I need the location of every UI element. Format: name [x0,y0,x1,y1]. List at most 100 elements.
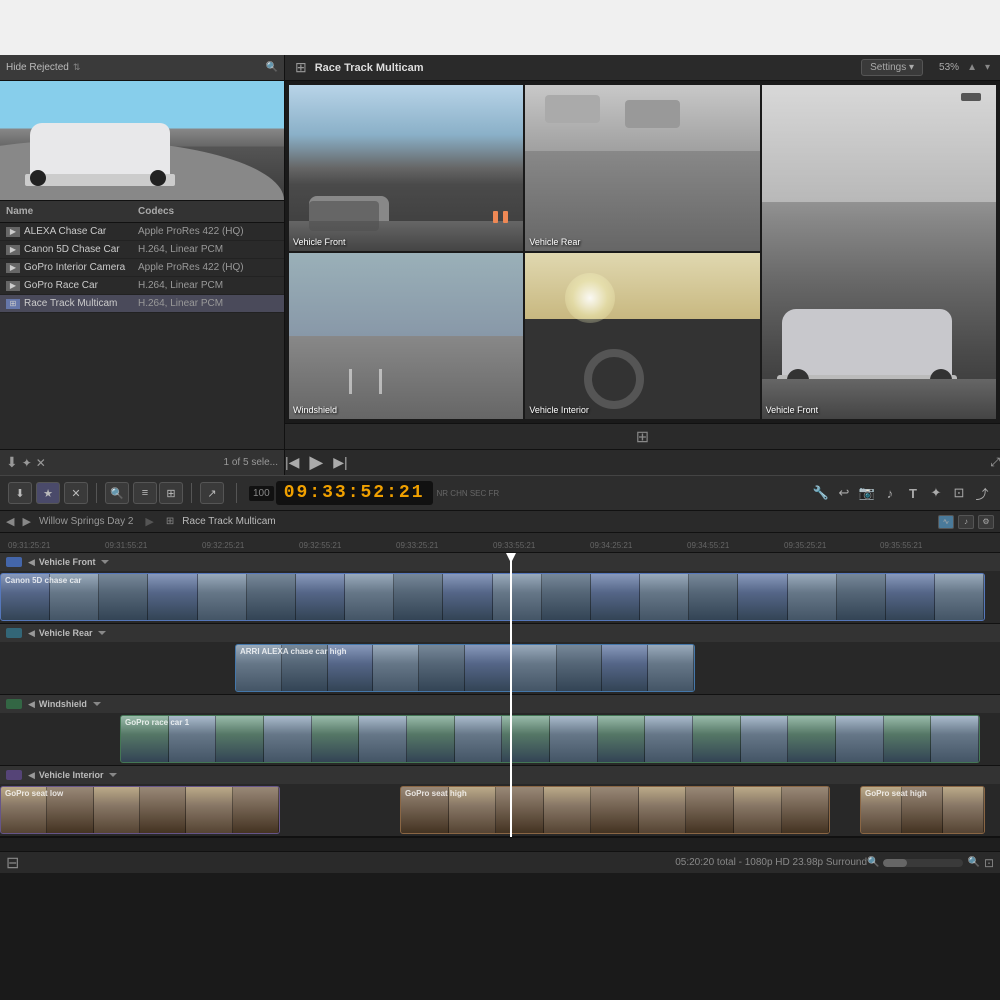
timeline-scroll[interactable] [0,837,1000,851]
clip-icon: ▶ [6,281,20,291]
generator-tool[interactable]: ⊡ [949,483,969,503]
thumb-cell [247,574,296,620]
track-color-indicator [6,628,22,638]
clip-label: ARRI ALEXA chase car high [240,647,347,656]
track-header-vehicle-rear: ◀ Vehicle Rear [0,624,1000,642]
media-item[interactable]: ▶ ALEXA Chase Car Apple ProRes 422 (HQ) [0,223,284,241]
fit-button[interactable]: ⊡ [984,856,994,870]
zoom-in-icon[interactable]: 🔍 [967,857,979,868]
playhead[interactable] [510,553,512,837]
clip-gopro-seat-high-2[interactable]: GoPro seat high [860,786,985,834]
go-to-start-button[interactable]: |◀ [285,454,299,471]
track-expand-icon[interactable] [109,773,117,777]
clip-label: GoPro seat low [5,789,63,798]
cam-cell-vehicle-front-1[interactable]: Vehicle Front [289,85,523,251]
clip-icon: ▶ [6,227,20,237]
track-name-vehicle-rear: Vehicle Rear [39,628,93,638]
media-item[interactable]: ▶ GoPro Interior Camera Apple ProRes 422… [0,259,284,277]
status-bar-right: 🔍 🔍 ⊡ [867,856,994,870]
multicam-icon-small: ⊞ [166,516,174,527]
multicam-layout-icon[interactable]: ⊞ [636,427,649,447]
cam-label-interior: Vehicle Interior [529,405,589,415]
viewer-header: ⊞ Race Track Multicam Settings ▾ 53% ▲ ▾ [285,55,1000,81]
thumb-cell [686,787,734,833]
waveform-toggle[interactable]: ∿ [938,515,954,529]
flag-button[interactable]: ★ [36,482,60,504]
thumb-cell [738,574,787,620]
media-item-list: ▶ ALEXA Chase Car Apple ProRes 422 (HQ) … [0,223,284,449]
music-tool[interactable]: ♪ [880,483,900,503]
clip-gopro-seat-high-1[interactable]: GoPro seat high [400,786,830,834]
cam-label-1: Vehicle Front [293,237,346,247]
thumb-cell [943,787,984,833]
reject-button[interactable]: ✕ [64,482,88,504]
share-button[interactable]: ⤴ [972,483,992,503]
multicam-icon: ⊞ [6,299,20,309]
timeline-forward-button[interactable]: ▶ [22,515,30,528]
text-tool[interactable]: T [903,483,923,503]
grid-view-button[interactable]: ⊞ [159,482,183,504]
cam-cell-vehicle-rear[interactable]: Vehicle Rear [525,85,759,251]
zoom-slider[interactable] [883,859,963,867]
track-expand-icon[interactable] [93,702,101,706]
wrench-tool[interactable]: 🔧 [811,483,831,503]
play-button[interactable]: ▶ [309,452,323,473]
zoom-controls[interactable]: ▾ [985,62,990,73]
import-button[interactable]: ⬇ [8,482,32,504]
thumbnail-image [0,81,284,200]
fullscreen-button[interactable]: ⤢ [990,455,1000,470]
timeline-settings[interactable]: ⚙ [978,515,994,529]
effects-tool[interactable]: ✦ [926,483,946,503]
delete-icon[interactable]: ✕ [36,456,46,470]
zoom-bar[interactable]: 🔍 [867,857,879,868]
cam-cell-vehicle-interior[interactable]: Vehicle Interior [525,253,759,419]
thumb-cell [373,645,419,691]
go-to-end-button[interactable]: ▶| [333,454,347,471]
zoom-out-button[interactable]: ⊟ [6,853,19,873]
clip-canon5d[interactable]: Canon 5D chase car [0,573,985,621]
thumb-cell [598,716,646,762]
clip-arri-alexa[interactable]: ARRI ALEXA chase car high [235,644,695,692]
media-browser-panel: Hide Rejected ⇅ 🔍 Name Codecs ▶ ALE [0,55,285,475]
clip-label: GoPro race car 1 [125,718,189,727]
media-item[interactable]: ▶ Canon 5D Chase Car H.264, Linear PCM [0,241,284,259]
media-item[interactable]: ▶ GoPro Race Car H.264, Linear PCM [0,277,284,295]
timecode-display: 09:33:52:21 [276,481,433,505]
select-tool[interactable]: ↗ [200,482,224,504]
helicopter [961,93,981,101]
import-icon[interactable]: ⬇ [6,454,18,471]
zoom-percent: 100 [249,486,274,501]
tc-mark-7: 09:34:25:21 [590,541,632,550]
tc-mark-10: 09:35:55:21 [880,541,922,550]
cam-label-large: Vehicle Front [766,405,819,415]
share-icon[interactable]: ✦ [22,456,32,470]
search-button[interactable]: 🔍 [105,482,129,504]
item-codec-gopro-int: Apple ProRes 422 (HQ) [138,262,278,273]
zoom-up-icon[interactable]: ▲ [967,62,977,73]
thumb-cell [591,787,639,833]
clip-gopro-seat-low[interactable]: GoPro seat low [0,786,280,834]
item-codec-multicam: H.264, Linear PCM [138,298,278,309]
track-expand-icon[interactable] [98,631,106,635]
thumb-cell [345,574,394,620]
thumb-cell [550,716,598,762]
track-expand-icon[interactable] [101,560,109,564]
snapshot-button[interactable]: 📷 [857,483,877,503]
thumb-cell [788,716,836,762]
search-icon[interactable]: 🔍 [266,62,278,73]
cam-cell-windshield[interactable]: Windshield [289,253,523,419]
thumb-cell [648,645,694,691]
timeline-back-button[interactable]: ◀ [6,515,14,528]
right-toolbar: 🔧 ↩ 📷 ♪ T ✦ ⊡ ⤴ [811,483,992,503]
media-item[interactable]: ⊞ Race Track Multicam H.264, Linear PCM [0,295,284,313]
cam-cell-vehicle-front-large[interactable]: Vehicle Front [762,85,996,419]
track-name-windshield: Windshield [39,699,87,709]
tc-mark-9: 09:35:25:21 [784,541,826,550]
audio-button[interactable]: ♪ [958,515,974,529]
settings-button[interactable]: Settings ▾ [861,59,923,76]
list-view-button[interactable]: ≡ [133,482,157,504]
clip-icon: ▶ [6,263,20,273]
name-column-header: Name [6,206,138,217]
clip-gopro-race[interactable]: GoPro race car 1 [120,715,980,763]
undo-button[interactable]: ↩ [834,483,854,503]
